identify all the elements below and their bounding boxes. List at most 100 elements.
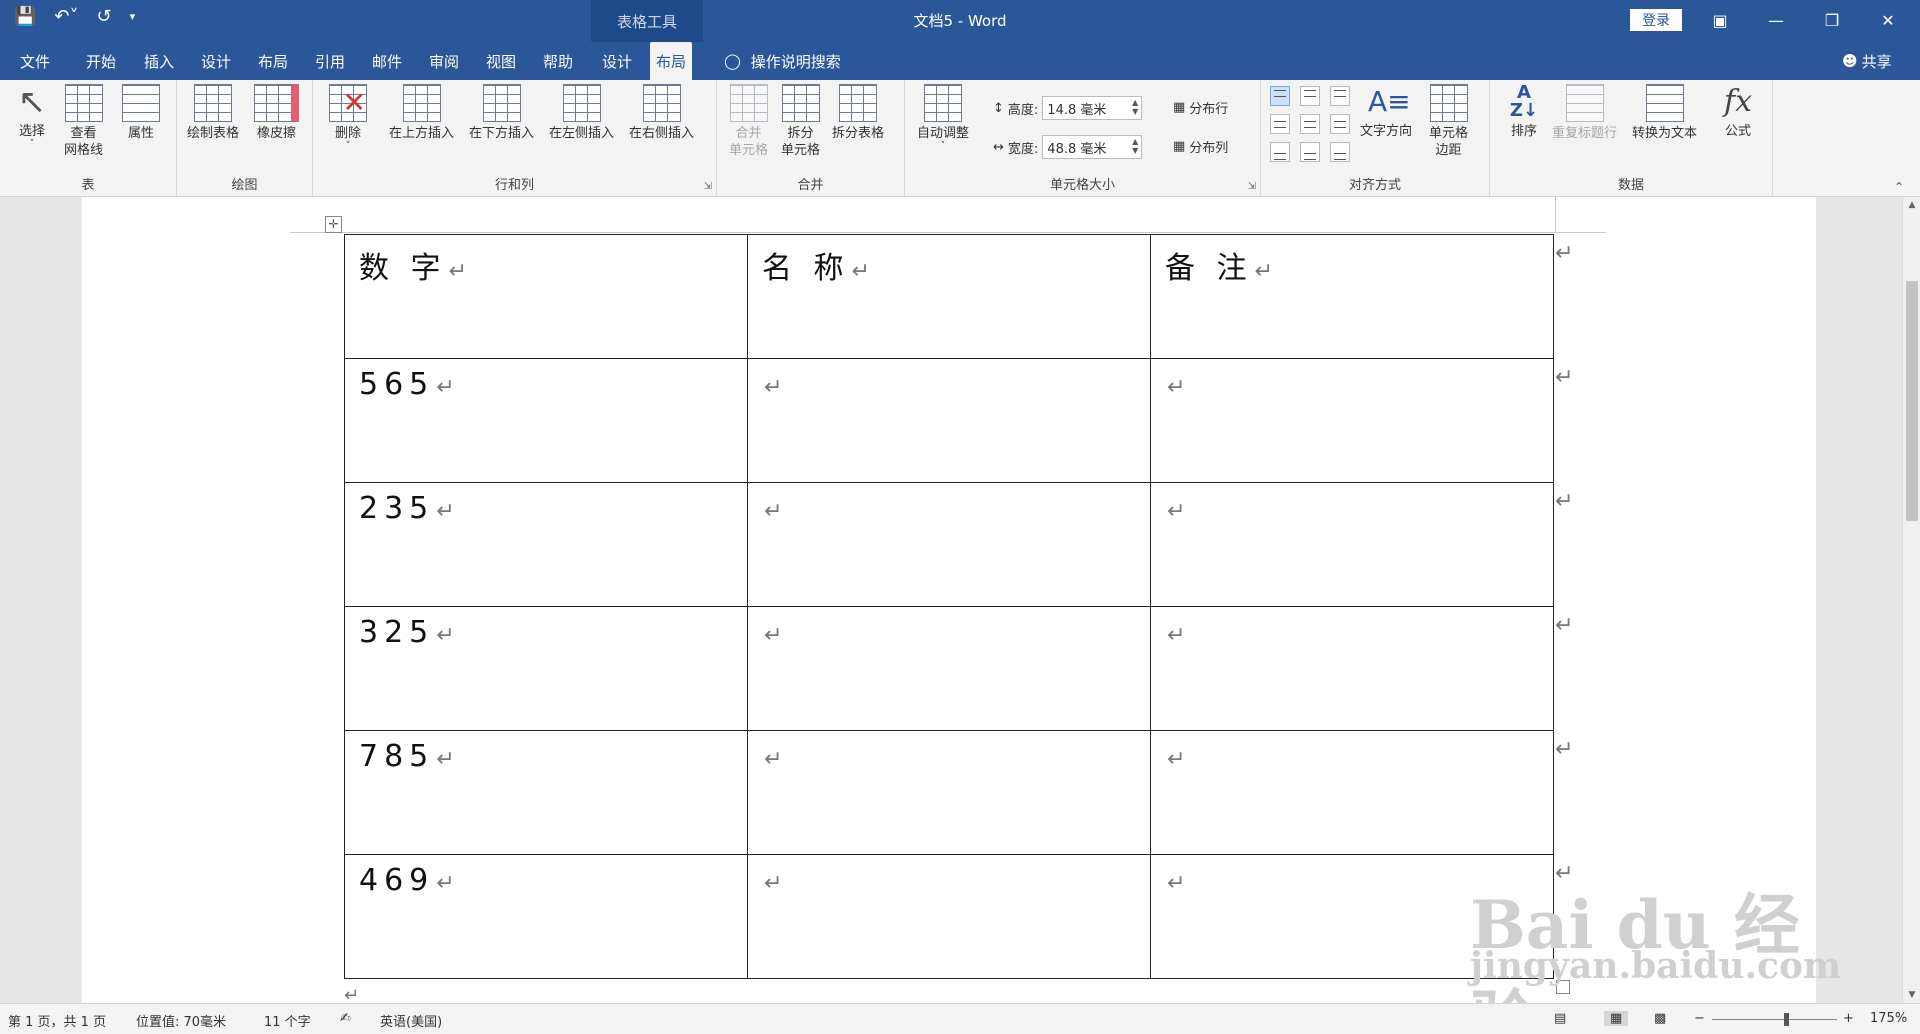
language-status[interactable]: 英语(美国) [380,1011,442,1030]
dialog-launcher-icon[interactable]: ⇲ [704,181,712,192]
align-middle-left-button[interactable] [1270,114,1290,134]
table-cell[interactable]: 235↵ [344,482,748,607]
table-cell[interactable]: 数 字↵ [344,234,748,359]
width-input[interactable]: 48.8 毫米 ▲ ▼ [1042,135,1143,159]
zoom-in-icon[interactable]: + [1843,1011,1854,1026]
eraser-label: 橡皮擦 [256,126,296,141]
zoom-slider-track[interactable] [1712,1019,1837,1020]
repeat-header-rows-button[interactable]: 重复标题行 [1552,84,1617,142]
table-cell[interactable]: ↵ [747,482,1151,607]
insert-below-icon [482,84,521,122]
table-cell[interactable]: 备 注↵ [1150,234,1554,359]
print-layout-icon[interactable]: ▦ [1604,1011,1629,1026]
tab-home[interactable]: 开始 [80,42,122,80]
paragraph-mark-icon: ↵ [436,623,455,648]
tab-references[interactable]: 引用 [309,42,351,80]
tab-view[interactable]: 视图 [480,42,522,80]
formula-button[interactable]: fx 公式 [1720,84,1756,140]
align-top-right-button[interactable] [1330,86,1350,106]
align-bottom-right-button[interactable] [1330,142,1350,162]
align-top-left-button[interactable] [1270,86,1290,106]
table-move-handle[interactable]: ✛ [325,216,342,233]
document-area: ✛ 数 字↵ 名 称↵ 备 注↵ 565↵ ↵ ↵ 235↵ ↵ ↵ 325↵ … [0,197,1902,1003]
table-cell[interactable]: 名 称↵ [747,234,1151,359]
convert-to-text-icon [1645,84,1684,122]
table-cell[interactable]: ↵ [1150,482,1554,607]
tab-layout[interactable]: 布局 [252,42,294,80]
restore-icon[interactable]: ❐ [1812,4,1852,36]
web-layout-icon[interactable]: ▩ [1654,1011,1666,1026]
minimize-icon[interactable]: — [1756,4,1796,36]
table-cell[interactable]: ↵ [1150,606,1554,731]
scroll-up-icon[interactable]: ▲ [1903,197,1920,213]
cell-margins-button[interactable]: 单元格 边距 [1429,84,1468,159]
signin-button[interactable]: 登录 [1630,9,1682,31]
align-top-center-button[interactable] [1300,86,1320,106]
row-height-control: ↕ 高度: 14.8 毫米 ▲ ▼ [993,96,1143,120]
convert-to-text-button[interactable]: 转换为文本 [1632,84,1697,142]
tab-design[interactable]: 设计 [195,42,237,80]
insert-right-button[interactable]: 在右侧插入 [629,84,694,142]
tab-file[interactable]: 文件 [14,42,56,80]
distribute-columns-button[interactable]: ▦ 分布列 [1173,137,1228,156]
proofing-icon[interactable]: ✍ [340,1011,351,1026]
zoom-slider-handle[interactable] [1784,1013,1789,1026]
split-table-button[interactable]: 拆分表格 [832,84,884,142]
align-middle-center-button[interactable] [1300,114,1320,134]
scrollbar-thumb[interactable] [1906,281,1918,521]
table-cell[interactable]: 565↵ [344,358,748,483]
align-bottom-center-button[interactable] [1300,142,1320,162]
eraser-button[interactable]: 橡皮擦 [254,84,299,142]
spin-arrows-icon[interactable]: ▲ ▼ [1132,98,1138,116]
share-button[interactable]: ☻ 共享 [1836,42,1898,80]
height-input[interactable]: 14.8 毫米 ▲ ▼ [1042,96,1143,120]
table-cell[interactable]: ↵ [747,358,1151,483]
tab-review[interactable]: 审阅 [423,42,465,80]
collapse-ribbon-icon[interactable]: ⌃ [1894,180,1904,194]
formula-label: 公式 [1724,124,1751,139]
close-icon[interactable]: ✕ [1868,4,1908,36]
read-mode-icon[interactable]: ▤ [1554,1011,1566,1026]
align-bottom-left-button[interactable] [1270,142,1290,162]
table-cell[interactable]: 325↵ [344,606,748,731]
tab-table-design[interactable]: 设计 [596,42,638,80]
table-cell[interactable]: ↵ [747,606,1151,731]
table-cell[interactable]: ↵ [747,730,1151,855]
convert-to-text-label: 转换为文本 [1632,126,1698,141]
align-middle-right-button[interactable] [1330,114,1350,134]
table-cell[interactable]: 469↵ [344,854,748,979]
ribbon-display-icon[interactable]: ▣ [1700,4,1740,36]
table-row: 565↵ ↵ ↵ [344,358,1554,483]
tab-help[interactable]: 帮助 [537,42,579,80]
merge-cells-button[interactable]: 合并 单元格 [729,84,768,159]
insert-left-button[interactable]: 在左侧插入 [549,84,614,142]
tell-me-search[interactable]: ◯ 操作说明搜索 [718,42,847,80]
autofit-button[interactable]: 自动调整 ˅ [917,84,969,151]
vertical-scrollbar[interactable]: ▲ ▼ [1902,197,1920,1003]
properties-button[interactable]: 属性 [122,84,160,142]
table-cell[interactable]: ↵ [747,854,1151,979]
split-cells-button[interactable]: 拆分 单元格 [781,84,820,159]
select-button[interactable]: ↖ 选择 ˅ [14,84,50,149]
distribute-rows-button[interactable]: ▦ 分布行 [1173,98,1228,117]
insert-below-button[interactable]: 在下方插入 [469,84,534,142]
zoom-level[interactable]: 175% [1870,1011,1907,1026]
table-cell[interactable]: 785↵ [344,730,748,855]
delete-button[interactable]: ✕ 删除 ˅ [329,84,367,151]
insert-above-button[interactable]: 在上方插入 [389,84,454,142]
tab-insert[interactable]: 插入 [138,42,180,80]
group-draw: 绘制表格 橡皮擦 绘图 [177,80,313,196]
draw-table-button[interactable]: 绘制表格 [187,84,239,142]
word-count[interactable]: 11 个字 [264,1011,311,1030]
spin-arrows-icon[interactable]: ▲ ▼ [1132,137,1138,155]
scroll-down-icon[interactable]: ▼ [1903,987,1920,1003]
text-direction-button[interactable]: A≡ 文字方向 [1360,84,1412,140]
sort-button[interactable]: A Z↓ 排序 [1506,84,1542,140]
view-gridlines-button[interactable]: 查看 网格线 [64,84,103,159]
table-cell[interactable]: ↵ [1150,358,1554,483]
tab-mailings[interactable]: 邮件 [366,42,408,80]
tab-table-layout[interactable]: 布局 [650,42,693,80]
dialog-launcher-icon[interactable]: ⇲ [1248,181,1256,192]
zoom-out-icon[interactable]: − [1694,1011,1705,1026]
page-count[interactable]: 第 1 页，共 1 页 [8,1011,106,1030]
